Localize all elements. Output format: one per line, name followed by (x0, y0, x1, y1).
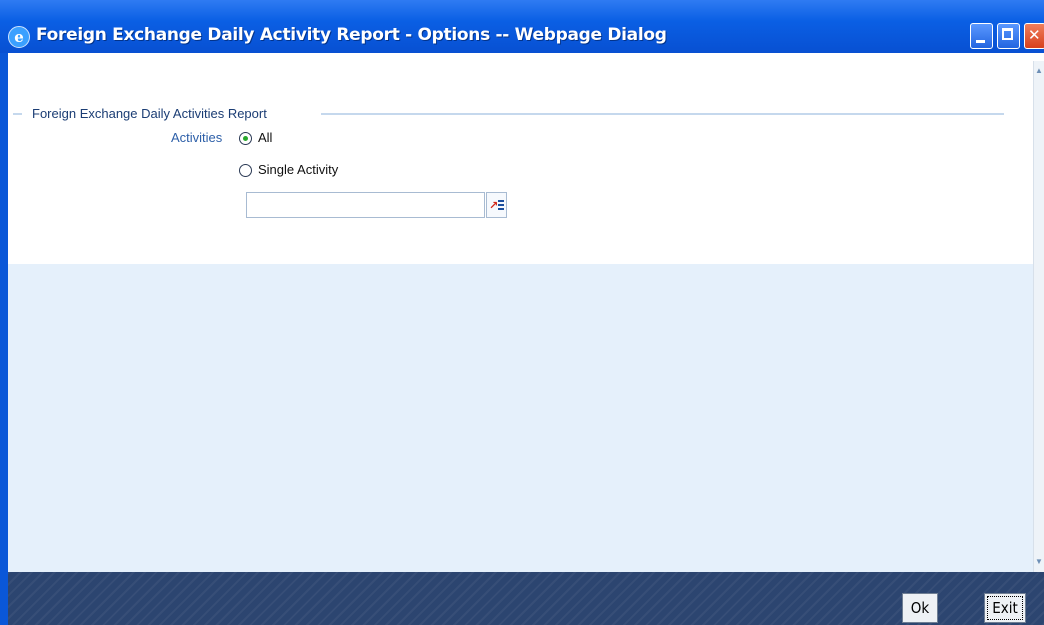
lookup-arrow-icon: ↗ (489, 199, 499, 212)
maximize-button[interactable] (997, 23, 1020, 49)
title-bar: e Foreign Exchange Daily Activity Report… (0, 0, 1044, 53)
ok-button[interactable]: Ok (902, 593, 938, 623)
exit-button[interactable]: Exit (984, 593, 1026, 623)
vertical-scrollbar[interactable]: ▲ ▼ (1033, 61, 1044, 572)
activity-lookup-button[interactable]: ↗ (486, 192, 507, 218)
scroll-down-icon[interactable]: ▼ (1034, 556, 1044, 568)
fieldset-border-right (321, 113, 1004, 115)
fieldset-border-left (13, 113, 22, 115)
empty-content-area (8, 264, 1034, 572)
single-activity-input[interactable] (246, 192, 485, 218)
radio-all-label: All (258, 130, 273, 145)
window-title: Foreign Exchange Daily Activity Report -… (36, 25, 667, 45)
scroll-up-icon[interactable]: ▲ (1034, 65, 1044, 77)
radio-all[interactable] (239, 132, 252, 145)
minimize-button[interactable] (970, 23, 993, 49)
dialog-content: Foreign Exchange Daily Activities Report… (8, 53, 1044, 572)
options-panel: Foreign Exchange Daily Activities Report… (8, 61, 1034, 264)
footer-bar: Ok Exit (8, 572, 1044, 625)
ie-icon: e (8, 26, 30, 48)
activities-label: Activities (171, 130, 223, 145)
list-icon (498, 200, 504, 211)
radio-single-activity-label: Single Activity (258, 162, 339, 177)
section-title: Foreign Exchange Daily Activities Report (32, 106, 267, 121)
close-button[interactable] (1024, 23, 1044, 49)
radio-single-activity[interactable] (239, 164, 252, 177)
dialog-window: e Foreign Exchange Daily Activity Report… (0, 0, 1044, 625)
